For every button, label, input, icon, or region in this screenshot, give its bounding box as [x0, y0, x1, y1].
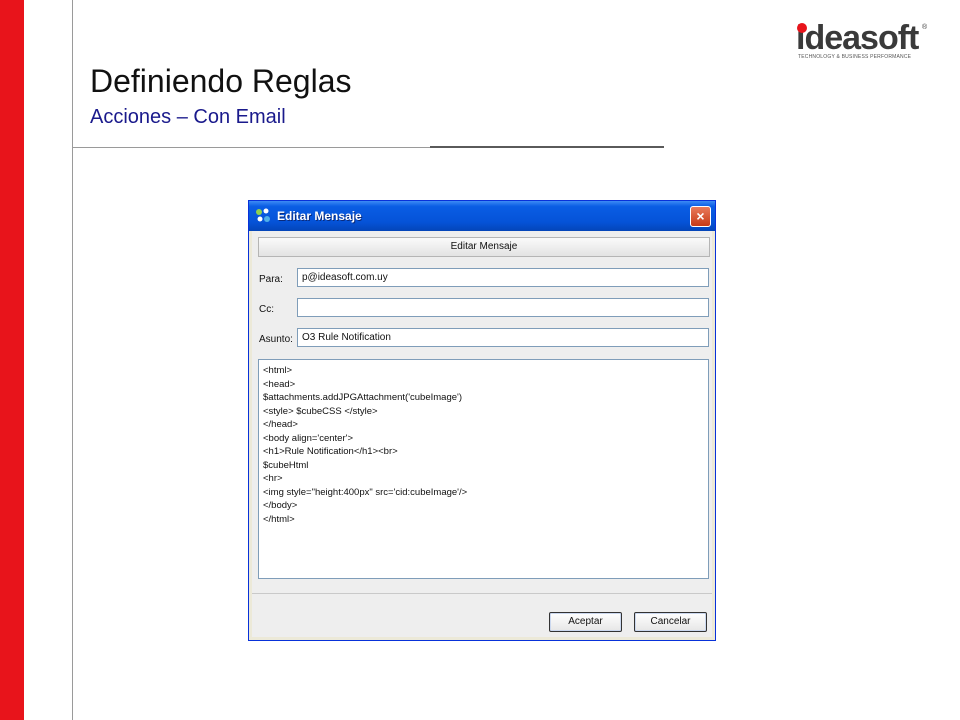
para-input[interactable]: p@ideasoft.com.uy [297, 268, 709, 287]
body-line: <h1>Rule Notification</h1><br> [263, 446, 398, 457]
slide-subtitle: Acciones – Con Email [90, 106, 286, 128]
body-line: <style> $cubeCSS </style> [263, 405, 378, 417]
aceptar-button[interactable]: Aceptar [549, 612, 622, 632]
red-side-bar [0, 0, 24, 720]
logo-wordmark: ideasoft [796, 19, 919, 57]
cancelar-button[interactable]: Cancelar [634, 612, 707, 632]
para-label: Para: [259, 274, 283, 285]
logo-tagline: TECHNOLOGY & BUSINESS PERFORMANCE [798, 54, 912, 60]
dialog-header-bar: Editar Mensaje [258, 237, 710, 257]
body-line: <hr> [263, 473, 283, 484]
title-underline-accent [430, 146, 664, 148]
close-button[interactable]: × [690, 206, 711, 227]
dialog-content: Editar Mensaje Para: p@ideasoft.com.uy C… [252, 231, 712, 637]
logo-registered-mark: ® [922, 24, 928, 31]
body-line: <html> [263, 365, 293, 376]
body-line: </body> [263, 500, 298, 511]
cc-input[interactable] [297, 298, 709, 317]
slide-title: Definiendo Reglas [90, 63, 352, 99]
body-line: <head> [263, 378, 296, 390]
body-line: <body align='center'> [263, 432, 353, 444]
logo-dot-icon [797, 23, 807, 33]
body-line: </head> [263, 419, 298, 430]
dialog-titlebar[interactable]: Editar Mensaje × [249, 201, 715, 231]
ideasoft-logo: ideasoft ® TECHNOLOGY & BUSINESS PERFORM… [796, 20, 930, 60]
app-icon [256, 208, 270, 222]
asunto-input[interactable]: O3 Rule Notification [297, 328, 709, 347]
message-body-textarea[interactable]: <html> <head> $attachments.addJPGAttachm… [258, 359, 709, 579]
body-line: $cubeHtml [263, 459, 309, 471]
body-line: <img style="height:400px" src='cid:cubeI… [263, 486, 468, 498]
asunto-label: Asunto: [259, 334, 293, 345]
editar-mensaje-dialog: Editar Mensaje × Editar Mensaje Para: p@… [248, 200, 716, 641]
close-icon: × [696, 208, 705, 224]
body-line: $attachments.addJPGAttachment('cubeImage… [263, 392, 463, 403]
body-line: </html> [263, 513, 295, 525]
vertical-divider [72, 0, 73, 720]
button-area-divider [252, 593, 712, 594]
dialog-title: Editar Mensaje [277, 209, 362, 223]
cc-label: Cc: [259, 304, 274, 315]
